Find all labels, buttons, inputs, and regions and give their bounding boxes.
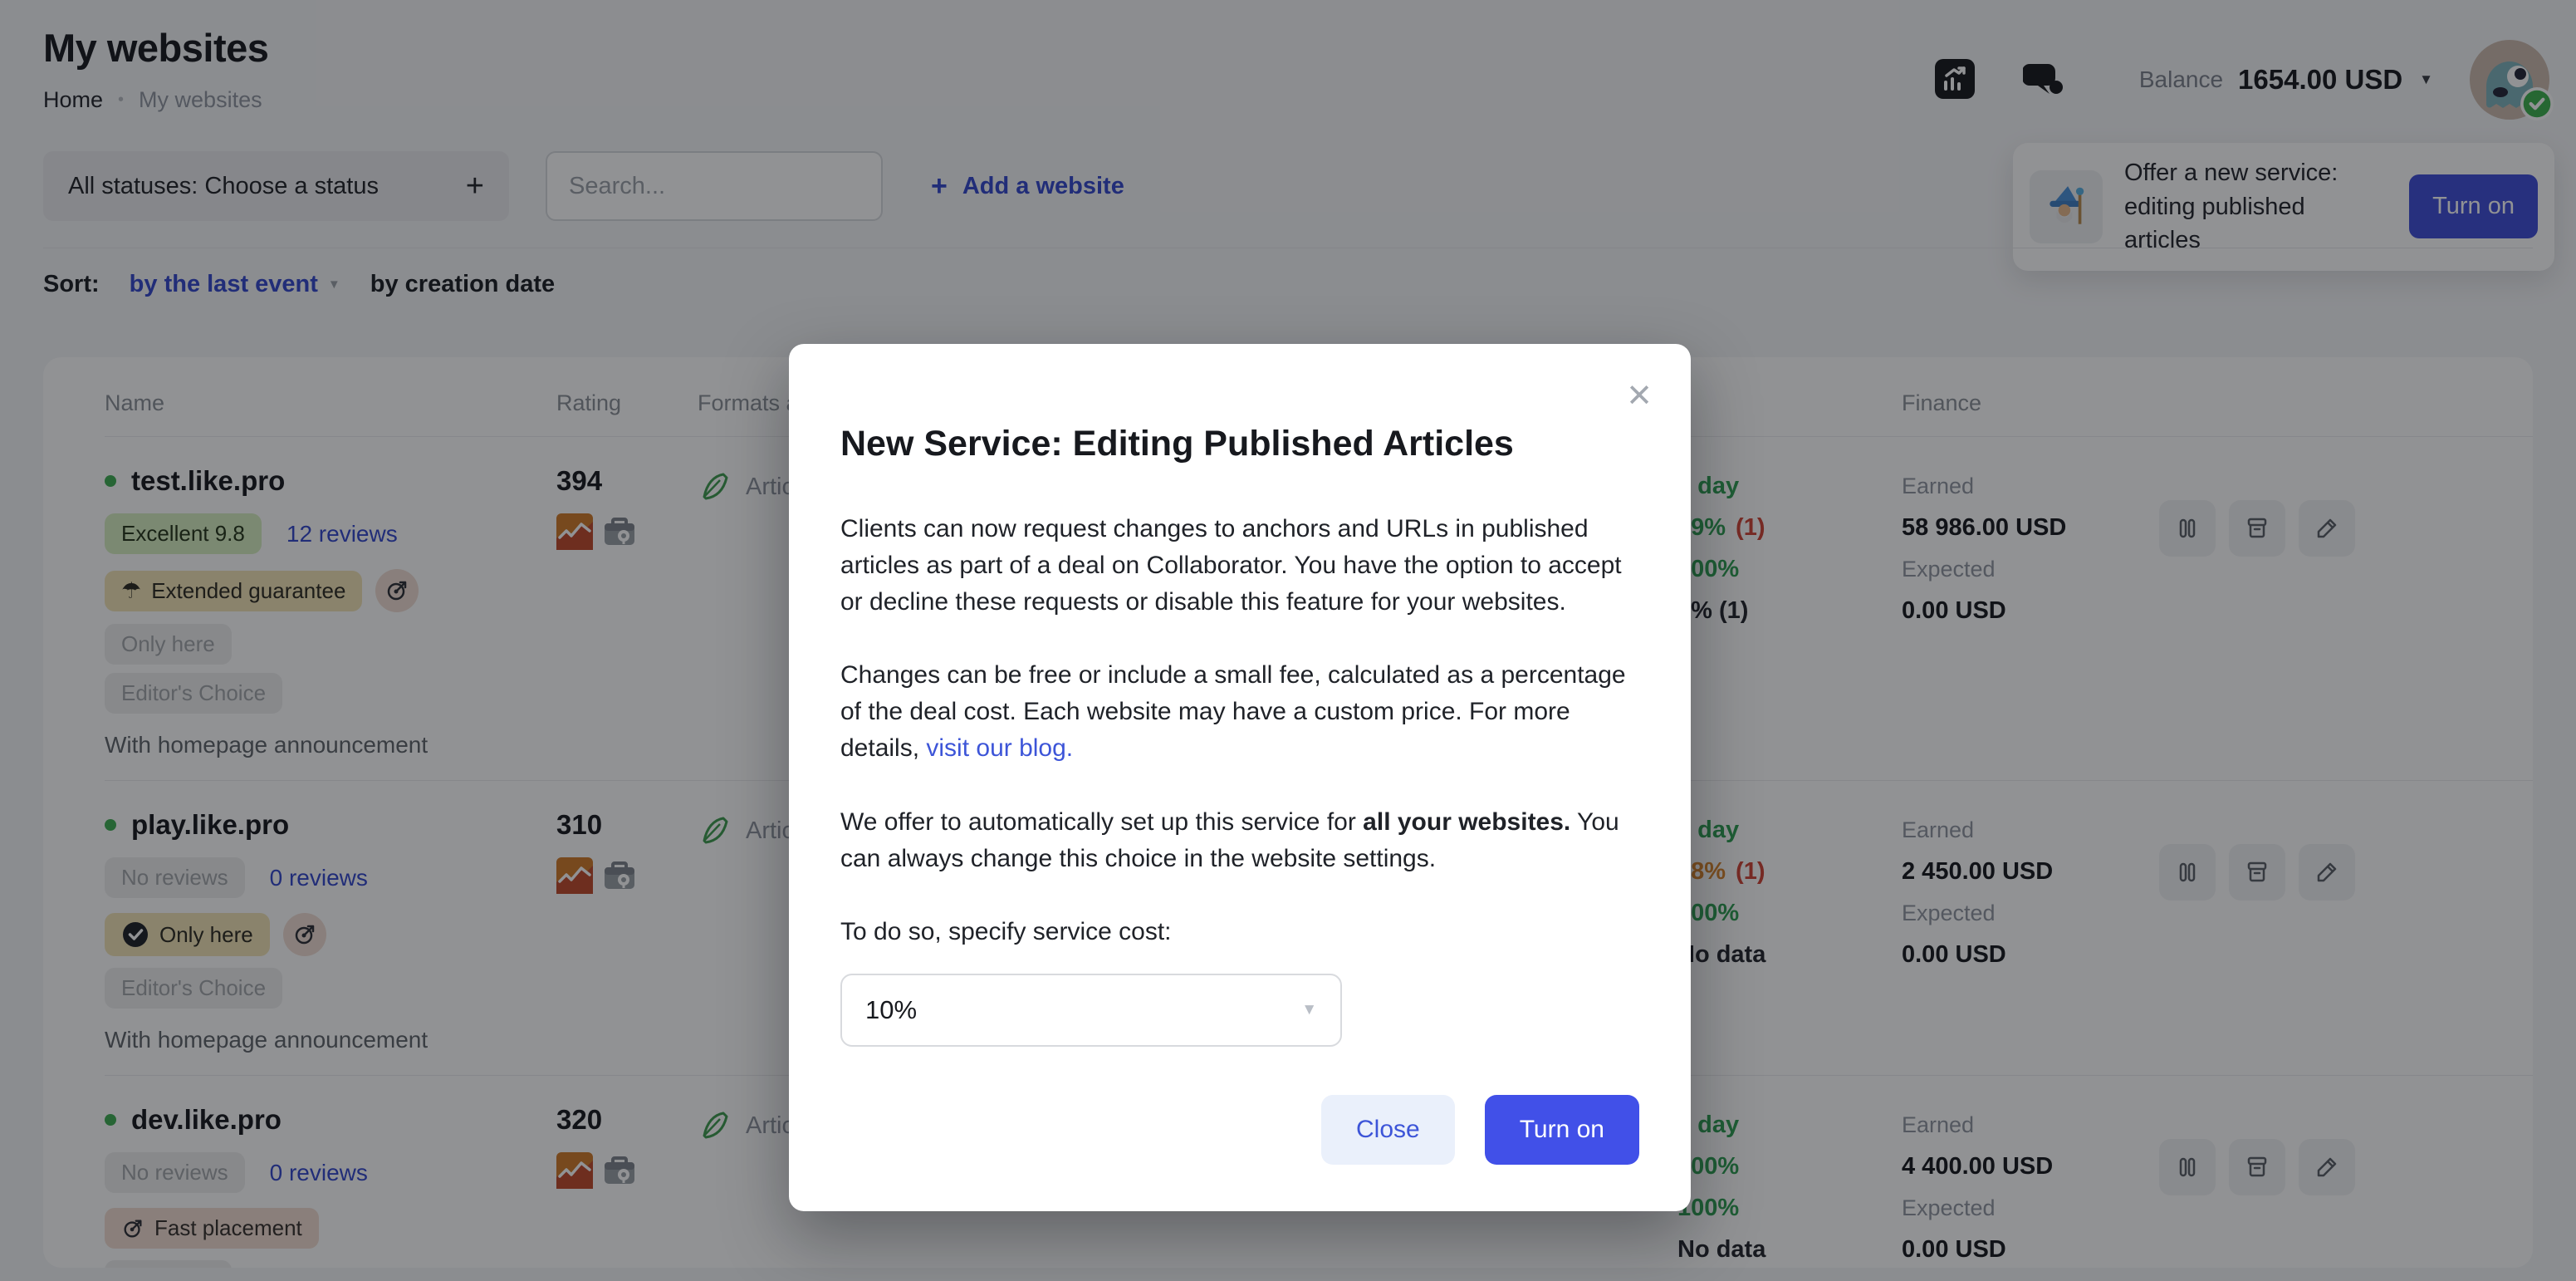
new-service-modal: ✕ New Service: Editing Published Article… bbox=[789, 344, 1691, 1211]
modal-paragraph-3-text: We offer to automatically set up this se… bbox=[840, 808, 1363, 836]
modal-title: New Service: Editing Published Articles bbox=[840, 424, 1639, 464]
modal-paragraph-1: Clients can now request changes to ancho… bbox=[840, 511, 1639, 621]
select-caret-icon: ▼ bbox=[1301, 1001, 1317, 1019]
modal-close-action-button[interactable]: Close bbox=[1321, 1095, 1455, 1165]
service-cost-value: 10% bbox=[865, 995, 917, 1025]
modal-paragraph-3-bold: all your websites. bbox=[1363, 808, 1570, 836]
visit-blog-link[interactable]: visit our blog. bbox=[926, 734, 1073, 762]
modal-footer: Close Turn on bbox=[840, 1095, 1639, 1165]
modal-paragraph-3: We offer to automatically set up this se… bbox=[840, 804, 1639, 877]
modal-paragraph-2: Changes can be free or include a small f… bbox=[840, 657, 1639, 767]
modal-turn-on-button[interactable]: Turn on bbox=[1485, 1095, 1639, 1165]
service-cost-select[interactable]: 10% ▼ bbox=[840, 974, 1342, 1047]
modal-paragraph-4: To do so, specify service cost: bbox=[840, 914, 1639, 950]
modal-close-button[interactable]: ✕ bbox=[1626, 377, 1653, 415]
